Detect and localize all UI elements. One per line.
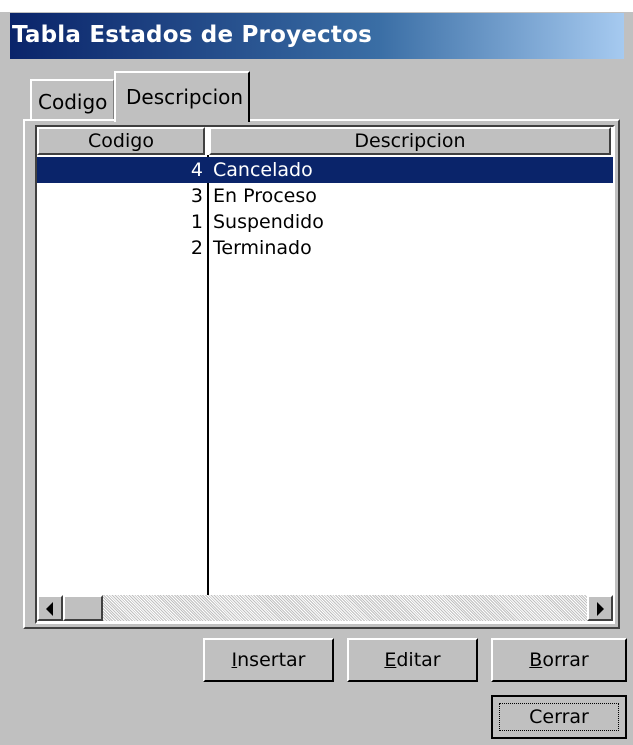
top-border xyxy=(0,0,633,12)
insertar-button[interactable]: Insertar xyxy=(203,638,334,682)
table-row[interactable]: 4 Cancelado xyxy=(37,157,613,183)
tab-codigo[interactable]: Codigo xyxy=(30,79,114,119)
cell-codigo: 3 xyxy=(190,185,203,207)
title-bar[interactable]: Tabla Estados de Proyectos xyxy=(10,13,624,59)
cell-codigo: 1 xyxy=(190,211,203,233)
arrow-right-icon xyxy=(597,602,604,616)
cell-codigo: 4 xyxy=(190,159,203,181)
scrollbar-thumb[interactable] xyxy=(63,595,103,621)
borrar-button[interactable]: Borrar xyxy=(491,638,627,682)
table-row[interactable]: 3 En Proceso xyxy=(37,183,613,209)
cell-descripcion: Terminado xyxy=(213,237,312,259)
cell-descripcion: En Proceso xyxy=(213,185,317,207)
tab-codigo-label: Codigo xyxy=(38,90,108,114)
borrar-label: orrar xyxy=(542,649,589,671)
scroll-left-button[interactable] xyxy=(37,595,63,621)
table-row[interactable]: 1 Suspendido xyxy=(37,209,613,235)
cell-descripcion: Cancelado xyxy=(213,159,313,181)
editar-label: ditar xyxy=(396,649,441,671)
tab-descripcion-label: Descripcion xyxy=(126,85,244,109)
column-header-codigo[interactable]: Codigo xyxy=(37,127,205,155)
horizontal-scrollbar[interactable] xyxy=(37,595,613,621)
cerrar-label: Cerrar xyxy=(499,703,619,731)
column-header-descripcion[interactable]: Descripcion xyxy=(209,127,611,155)
cell-codigo: 2 xyxy=(190,237,203,259)
borrar-mnemonic: B xyxy=(529,649,543,671)
editar-button[interactable]: Editar xyxy=(347,638,478,682)
window-title: Tabla Estados de Proyectos xyxy=(12,22,372,48)
insertar-label: nsertar xyxy=(237,649,306,671)
arrow-left-icon xyxy=(46,602,53,616)
cerrar-button[interactable]: Cerrar xyxy=(491,695,627,739)
editar-mnemonic: E xyxy=(384,649,397,671)
scroll-right-button[interactable] xyxy=(587,595,613,621)
data-grid[interactable]: Codigo Descripcion 4 Cancelado 3 En Proc… xyxy=(35,125,615,624)
tab-descripcion[interactable]: Descripcion xyxy=(114,71,250,122)
cell-descripcion: Suspendido xyxy=(213,211,324,233)
table-row[interactable]: 2 Terminado xyxy=(37,235,613,261)
